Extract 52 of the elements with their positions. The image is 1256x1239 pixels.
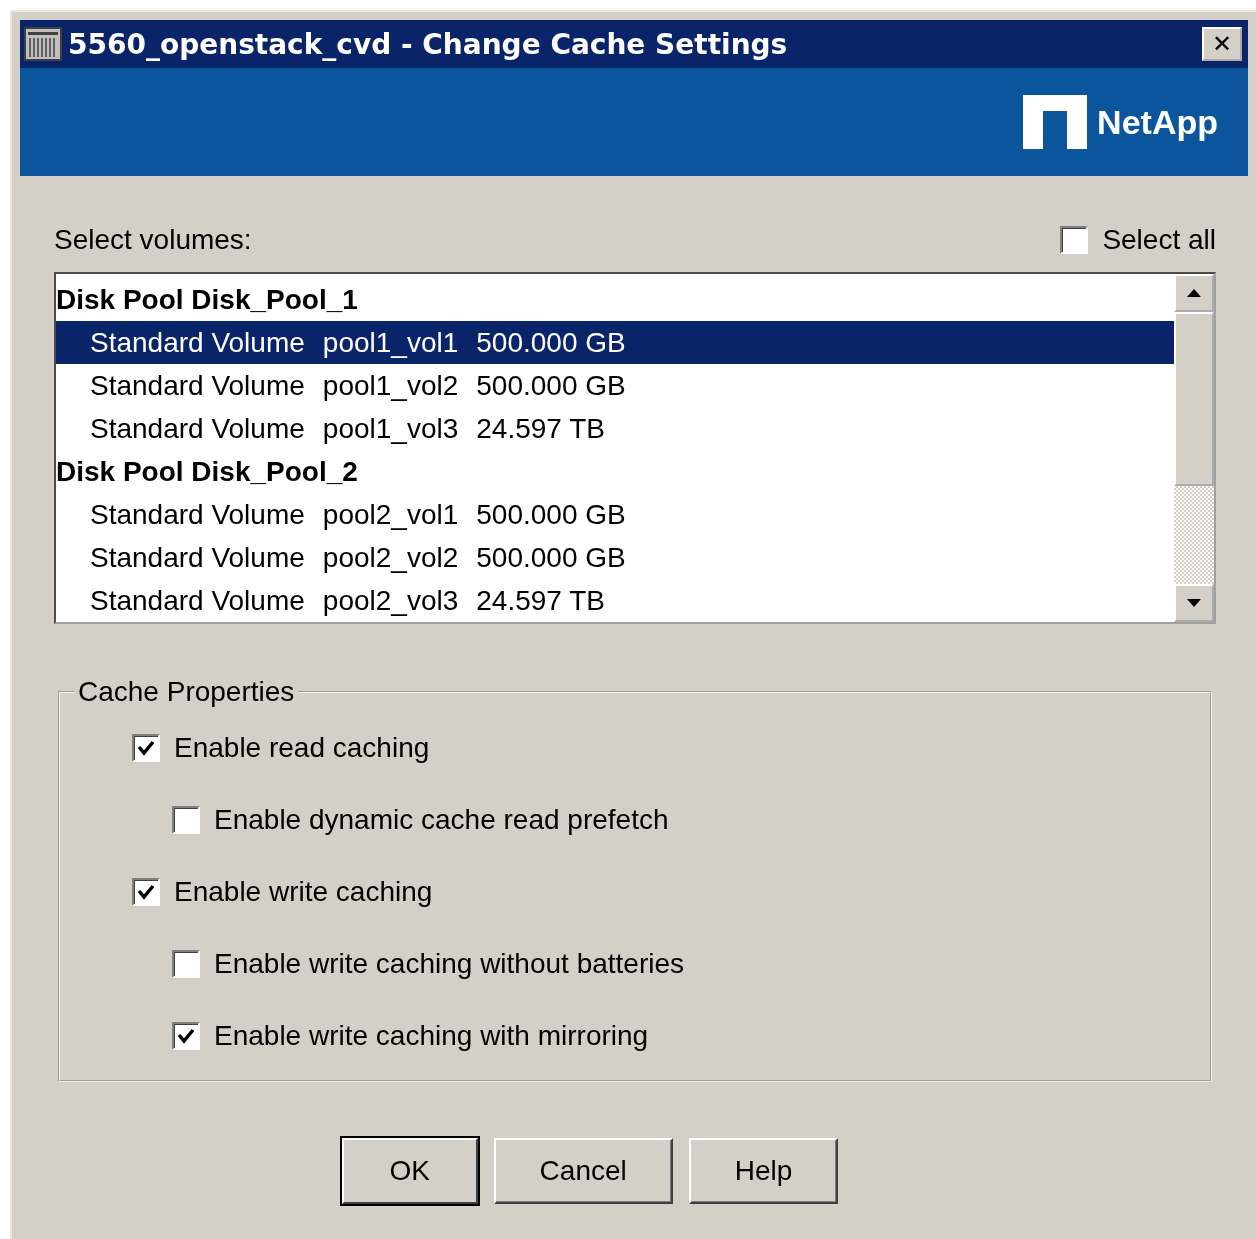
storage-array-icon <box>24 27 62 61</box>
volume-name: pool2_vol2 <box>322 541 459 574</box>
close-button[interactable]: ✕ <box>1202 27 1242 61</box>
check-icon <box>177 1027 195 1045</box>
check-icon <box>137 739 155 757</box>
checkbox[interactable] <box>1060 226 1089 254</box>
volume-capacity: 24.597 TB <box>476 412 605 445</box>
volume-name: pool2_vol3 <box>322 584 459 617</box>
option-label: Enable write caching without batteries <box>214 948 685 980</box>
logo-icon <box>1023 95 1088 149</box>
checkbox[interactable] <box>172 950 200 978</box>
scroll-down-button[interactable] <box>1174 584 1214 622</box>
option-label: Enable dynamic cache read prefetch <box>214 804 669 836</box>
section-label: Select volumes: <box>54 224 252 256</box>
checkbox[interactable] <box>132 878 160 906</box>
volume-name: pool1_vol3 <box>322 412 459 445</box>
group-title: Cache Properties <box>77 676 296 708</box>
volume-name: pool1_vol1 <box>322 326 459 359</box>
check-icon <box>137 883 155 901</box>
volume-capacity: 500.000 GB <box>476 498 626 531</box>
volume-name: pool1_vol2 <box>322 369 459 402</box>
dialog-button[interactable]: OK <box>341 1138 478 1204</box>
volume-capacity: 24.597 TB <box>476 584 605 617</box>
option-label: Enable write caching <box>174 876 433 908</box>
up-arrow-icon <box>1187 289 1201 297</box>
volume-type: Standard Volume <box>90 541 305 574</box>
scroll-thumb[interactable] <box>1174 312 1214 486</box>
scroll-up-button[interactable] <box>1174 274 1214 312</box>
dialog-button[interactable]: Help <box>688 1138 839 1204</box>
dialog-button[interactable]: Cancel <box>493 1138 673 1204</box>
checkbox[interactable] <box>172 1022 200 1050</box>
group-heading: Disk Pool Disk_Pool_1 <box>56 283 359 317</box>
volume-type: Standard Volume <box>90 369 305 402</box>
group-heading: Disk Pool Disk_Pool_2 <box>56 455 359 489</box>
volume-capacity: 500.000 GB <box>476 326 626 359</box>
volume-capacity: 500.000 GB <box>476 541 626 574</box>
down-arrow-icon <box>1187 599 1201 607</box>
window-title: 5560_openstack_cvd - Change Cache Settings <box>68 27 789 61</box>
volume-capacity: 500.000 GB <box>476 369 626 402</box>
volume-type: Standard Volume <box>90 584 305 617</box>
select-all-label: Select all <box>1102 224 1216 256</box>
option-label: Enable read caching <box>174 732 430 764</box>
scrollbar[interactable] <box>1174 274 1214 622</box>
logo-text: NetApp <box>1097 102 1218 142</box>
option-label: Enable write caching with mirroring <box>214 1020 649 1052</box>
volume-name: pool2_vol1 <box>322 498 459 531</box>
checkbox[interactable] <box>132 734 160 762</box>
volume-type: Standard Volume <box>90 326 305 359</box>
volume-type: Standard Volume <box>90 412 305 445</box>
checkbox[interactable] <box>172 806 200 834</box>
volume-type: Standard Volume <box>90 498 305 531</box>
volume-row[interactable]: Standard Volume pool1_vol1 500.000 GB <box>56 321 1174 364</box>
